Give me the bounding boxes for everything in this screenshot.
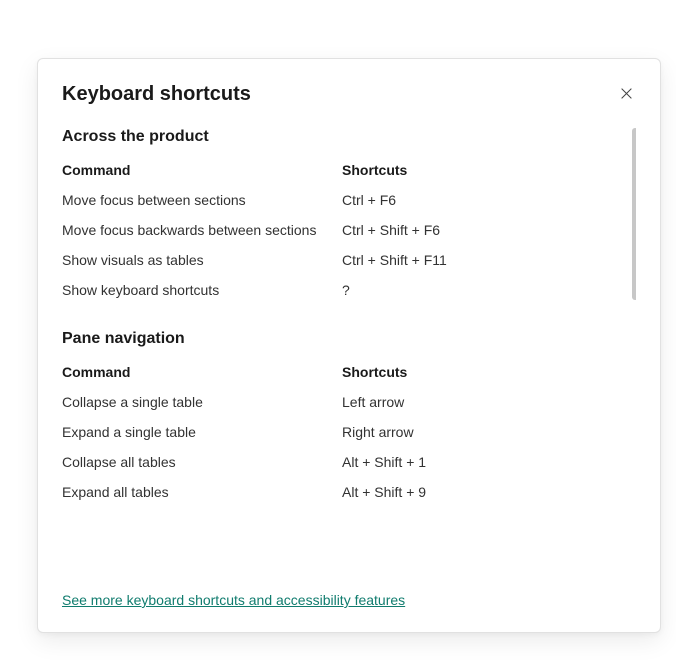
- table-row: Show visuals as tables Ctrl + Shift + F1…: [62, 252, 636, 268]
- keyboard-shortcuts-dialog: Keyboard shortcuts Across the product Co…: [37, 58, 661, 633]
- table-row: Move focus backwards between sections Ct…: [62, 222, 636, 238]
- table-header-row: Command Shortcuts: [62, 162, 636, 178]
- command-cell: Show keyboard shortcuts: [62, 282, 342, 298]
- shortcut-cell: Ctrl + Shift + F6: [342, 222, 636, 238]
- table-row: Collapse a single table Left arrow: [62, 394, 636, 410]
- table-row: Expand a single table Right arrow: [62, 424, 636, 440]
- header-shortcuts: Shortcuts: [342, 364, 636, 380]
- shortcut-table: Command Shortcuts Collapse a single tabl…: [62, 364, 636, 500]
- more-shortcuts-link[interactable]: See more keyboard shortcuts and accessib…: [62, 592, 636, 608]
- shortcut-cell: ?: [342, 282, 636, 298]
- command-cell: Show visuals as tables: [62, 252, 342, 268]
- table-row: Collapse all tables Alt + Shift + 1: [62, 454, 636, 470]
- section-pane-navigation: Pane navigation Command Shortcuts Collap…: [62, 330, 636, 500]
- shortcut-cell: Left arrow: [342, 394, 636, 410]
- shortcut-cell: Right arrow: [342, 424, 636, 440]
- content-wrapper: Across the product Command Shortcuts Mov…: [62, 128, 636, 584]
- shortcut-table: Command Shortcuts Move focus between sec…: [62, 162, 636, 298]
- command-cell: Collapse all tables: [62, 454, 342, 470]
- close-icon: [620, 87, 633, 100]
- shortcut-cell: Ctrl + Shift + F11: [342, 252, 636, 268]
- section-title: Across the product: [62, 128, 636, 146]
- command-cell: Move focus backwards between sections: [62, 222, 342, 238]
- table-row: Expand all tables Alt + Shift + 9: [62, 484, 636, 500]
- dialog-header: Keyboard shortcuts: [62, 83, 636, 106]
- command-cell: Collapse a single table: [62, 394, 342, 410]
- table-row: Show keyboard shortcuts ?: [62, 282, 636, 298]
- section-title: Pane navigation: [62, 330, 636, 348]
- header-command: Command: [62, 162, 342, 178]
- header-shortcuts: Shortcuts: [342, 162, 636, 178]
- dialog-content[interactable]: Across the product Command Shortcuts Mov…: [62, 128, 636, 584]
- command-cell: Expand a single table: [62, 424, 342, 440]
- scrollbar-thumb[interactable]: [632, 128, 636, 300]
- shortcut-cell: Ctrl + F6: [342, 192, 636, 208]
- command-cell: Move focus between sections: [62, 192, 342, 208]
- table-row: Move focus between sections Ctrl + F6: [62, 192, 636, 208]
- shortcut-cell: Alt + Shift + 9: [342, 484, 636, 500]
- section-across-product: Across the product Command Shortcuts Mov…: [62, 128, 636, 298]
- dialog-title: Keyboard shortcuts: [62, 83, 251, 106]
- close-button[interactable]: [616, 83, 636, 103]
- command-cell: Expand all tables: [62, 484, 342, 500]
- header-command: Command: [62, 364, 342, 380]
- shortcut-cell: Alt + Shift + 1: [342, 454, 636, 470]
- table-header-row: Command Shortcuts: [62, 364, 636, 380]
